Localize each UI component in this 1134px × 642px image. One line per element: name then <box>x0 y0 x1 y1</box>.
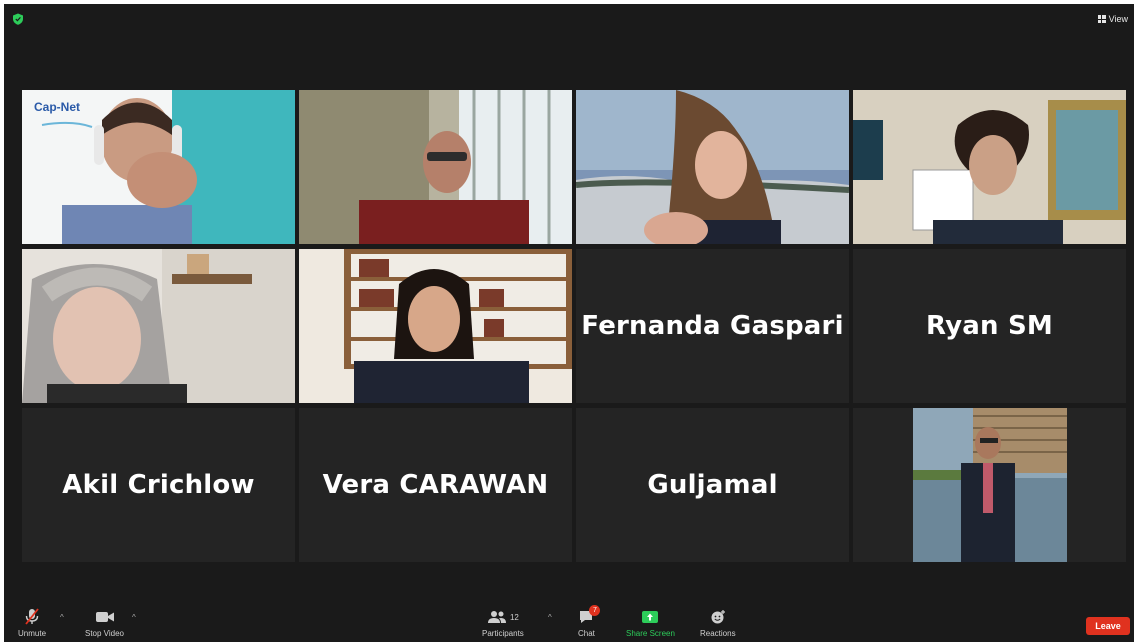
unmute-button[interactable]: Unmute <box>18 608 46 638</box>
muted-microphone-icon <box>25 608 39 625</box>
participant-video-tile-2[interactable] <box>299 90 572 244</box>
stop-video-label: Stop Video <box>85 629 124 638</box>
participant-video <box>576 90 849 244</box>
participants-label: Participants <box>482 629 524 638</box>
chat-label: Chat <box>578 629 595 638</box>
unmute-label: Unmute <box>18 629 47 638</box>
grid-view-icon <box>1097 15 1106 23</box>
participant-name-tile-vera[interactable]: Vera CARAWAN <box>299 408 572 562</box>
participant-video-tile-3[interactable] <box>576 90 849 244</box>
view-button[interactable]: View <box>1097 12 1128 26</box>
chat-button[interactable]: 7 Chat <box>578 605 601 638</box>
view-label: View <box>1108 14 1128 24</box>
reactions-button[interactable]: Reactions <box>700 608 736 638</box>
participants-count: 12 <box>509 612 519 622</box>
video-options-caret-icon[interactable]: ^ <box>132 613 136 622</box>
participants-options-caret-icon[interactable]: ^ <box>548 613 552 622</box>
participant-video-tile-12[interactable] <box>853 408 1126 562</box>
participant-name-tile-guljamal[interactable]: Guljamal <box>576 408 849 562</box>
participant-name: Fernanda Gaspari <box>581 311 844 341</box>
participant-name: Vera CARAWAN <box>322 470 549 500</box>
participant-name: Ryan SM <box>926 311 1053 341</box>
chat-unread-badge: 7 <box>589 605 601 616</box>
participant-video <box>853 90 1126 244</box>
participant-name-tile-fernanda[interactable]: Fernanda Gaspari <box>576 249 849 403</box>
zoom-meeting-window: View Cap-Net Fernanda Gaspari Ryan SM Ak… <box>4 4 1134 642</box>
share-screen-icon <box>642 611 659 623</box>
cap-net-logo: Cap-Net <box>34 100 81 114</box>
reactions-label: Reactions <box>700 629 736 638</box>
participant-name: Guljamal <box>647 470 778 500</box>
participant-name-tile-akil[interactable]: Akil Crichlow <box>22 408 295 562</box>
participant-video <box>853 408 1126 562</box>
video-camera-icon <box>95 612 114 622</box>
participants-icon <box>487 611 506 623</box>
smiley-reaction-icon <box>711 610 725 624</box>
stop-video-button[interactable]: Stop Video <box>85 608 124 638</box>
share-screen-button[interactable]: Share Screen <box>626 608 675 638</box>
participant-video-tile-6-active-speaker[interactable] <box>299 249 572 403</box>
participant-name: Akil Crichlow <box>62 470 255 500</box>
share-screen-label: Share Screen <box>626 629 675 638</box>
encryption-shield-icon[interactable] <box>12 13 24 25</box>
gallery-grid: Cap-Net Fernanda Gaspari Ryan SM Akil Cr… <box>22 90 1126 562</box>
leave-button[interactable]: Leave <box>1086 617 1130 635</box>
participant-video <box>22 249 295 403</box>
participant-video <box>299 90 572 244</box>
meeting-toolbar: Unmute ^ Stop Video ^ 12 Participants ^ … <box>4 604 1134 642</box>
audio-options-caret-icon[interactable]: ^ <box>60 613 64 622</box>
participant-video-tile-4[interactable] <box>853 90 1126 244</box>
participant-video-tile-5[interactable] <box>22 249 295 403</box>
participant-name-tile-ryan[interactable]: Ryan SM <box>853 249 1126 403</box>
participant-video <box>299 249 572 403</box>
participant-video-tile-1[interactable]: Cap-Net <box>22 90 295 244</box>
participants-button[interactable]: 12 Participants <box>482 608 524 638</box>
